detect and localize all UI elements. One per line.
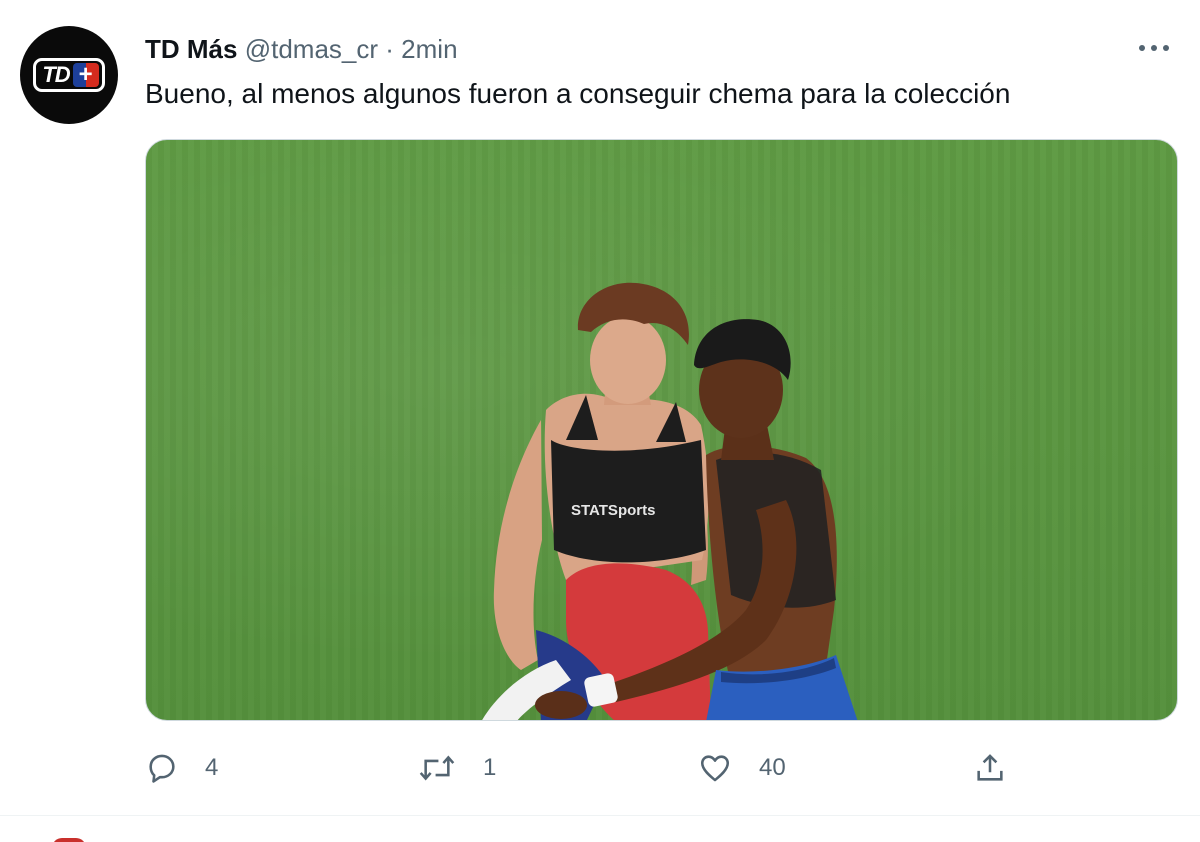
reply-count: 4 <box>205 754 219 781</box>
tweet-photo[interactable]: STATSports <box>145 139 1178 721</box>
display-name[interactable]: TD Más <box>145 34 237 64</box>
user-handle[interactable]: @tdmas_cr <box>245 34 378 64</box>
timestamp[interactable]: 2min <box>401 34 457 64</box>
tweet-actions: 4 1 40 <box>145 746 1045 790</box>
retweet-icon <box>417 751 457 785</box>
retweet-button[interactable]: 1 <box>417 746 496 790</box>
separator-dot: · <box>385 34 394 64</box>
shirt-print: STATSports <box>571 502 655 519</box>
players-illustration: STATSports <box>482 282 858 720</box>
next-tweet-avatar[interactable] <box>52 838 86 842</box>
reply-icon <box>145 751 179 785</box>
more-horizontal-icon[interactable] <box>1134 36 1174 60</box>
tweet[interactable]: TD + TD Más @tdmas_cr · 2min Bueno, al m… <box>0 0 1200 842</box>
like-button[interactable]: 40 <box>697 746 786 790</box>
logo-plus: + <box>72 63 99 87</box>
td-mas-logo: TD + <box>33 58 105 92</box>
reply-button[interactable]: 4 <box>145 746 218 790</box>
tweet-text: Bueno, al menos algunos fueron a consegu… <box>145 78 1011 109</box>
heart-icon <box>697 751 733 785</box>
share-button[interactable] <box>973 746 1007 790</box>
retweet-count: 1 <box>483 754 497 781</box>
tweet-header: TD Más @tdmas_cr · 2min <box>145 32 458 66</box>
like-count: 40 <box>759 754 786 781</box>
avatar[interactable]: TD + <box>20 26 118 124</box>
tweet-divider <box>0 815 1200 816</box>
logo-text: TD <box>42 62 70 87</box>
left-player: STATSports <box>482 282 711 720</box>
share-icon <box>973 751 1007 785</box>
